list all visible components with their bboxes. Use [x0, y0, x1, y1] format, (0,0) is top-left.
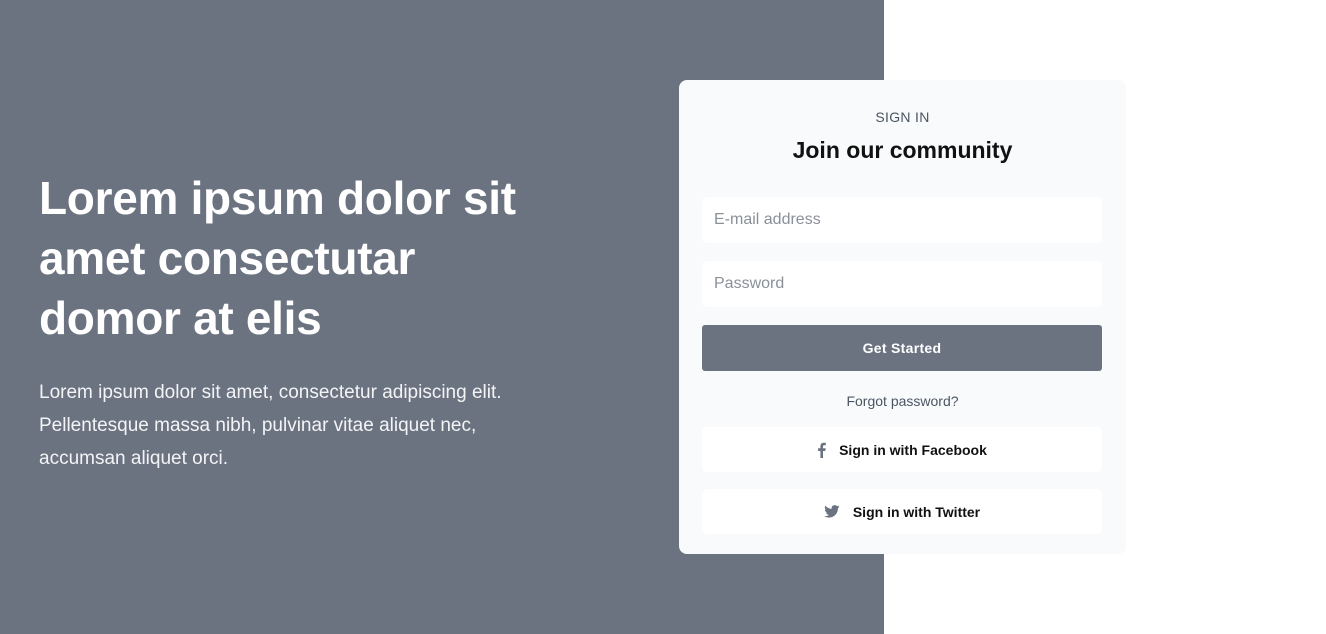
signin-title: Join our community [792, 137, 1013, 163]
get-started-button[interactable]: Get Started [702, 325, 1102, 371]
signin-eyebrow: SIGN IN [875, 109, 930, 125]
facebook-signin-label: Sign in with Facebook [839, 441, 987, 458]
email-field[interactable] [702, 197, 1102, 243]
facebook-signin-button[interactable]: Sign in with Facebook [702, 427, 1102, 472]
twitter-signin-button[interactable]: Sign in with Twitter [702, 489, 1102, 534]
facebook-icon [817, 442, 826, 458]
hero-paragraph: Lorem ipsum dolor sit amet, consectetur … [39, 382, 502, 469]
twitter-icon [824, 505, 840, 518]
hero-section: Lorem ipsum dolor sit amet consectutar d… [39, 168, 559, 475]
landing-page: Lorem ipsum dolor sit amet consectutar d… [0, 0, 1326, 634]
twitter-signin-label: Sign in with Twitter [852, 503, 981, 520]
signin-card: SIGN IN Join our community Get Started F… [679, 80, 1126, 554]
forgot-password-link[interactable]: Forgot password? [702, 393, 1103, 409]
hero-heading: Lorem ipsum dolor sit amet consectutar d… [39, 172, 516, 344]
password-field[interactable] [702, 261, 1102, 307]
